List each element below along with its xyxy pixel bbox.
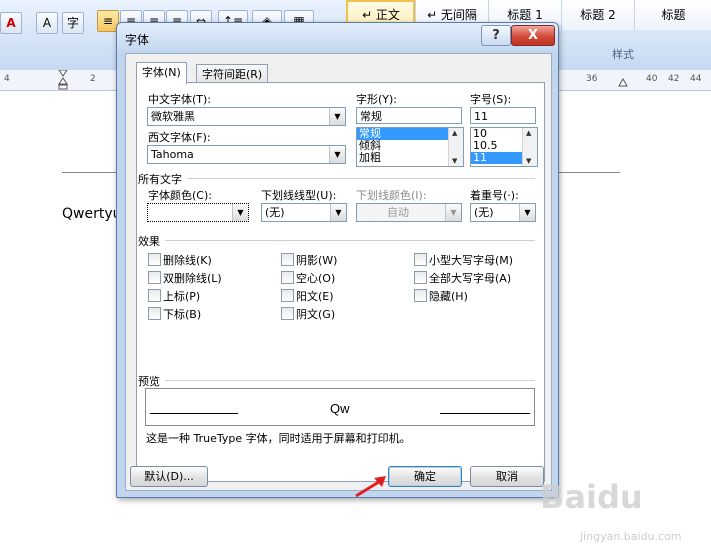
font-color-button[interactable]: A [0, 12, 22, 34]
scroll-up-icon[interactable]: ▲ [452, 129, 457, 137]
style-title[interactable]: 标题 [634, 0, 711, 30]
char-border-button[interactable]: 字 [62, 12, 84, 34]
checkbox-emboss[interactable] [281, 289, 294, 302]
checkbox-subscript[interactable] [148, 307, 161, 320]
ruler-number: 44 [690, 74, 702, 84]
checkbox-small-caps[interactable] [414, 253, 427, 266]
font-style-label: 字形(Y): [356, 93, 398, 106]
help-button[interactable]: ? [481, 25, 511, 46]
chevron-down-icon[interactable]: ▼ [519, 204, 535, 221]
underline-style-label: 下划线线型(U): [261, 189, 337, 202]
font-description: 这是一种 TrueType 字体，同时适用于屏幕和打印机。 [146, 432, 411, 445]
checkbox-shadow[interactable] [281, 253, 294, 266]
tab-font[interactable]: 字体(N) [136, 62, 187, 84]
divider [165, 380, 535, 381]
dialog-titlebar[interactable]: 字体 ? X [117, 23, 558, 51]
red-arrow-icon [352, 474, 392, 503]
preview-baseline [440, 413, 530, 414]
all-text-section: 所有文字 [138, 173, 182, 186]
western-font-label: 西文字体(F): [148, 131, 211, 144]
underline-style-select[interactable]: (无) ▼ [261, 203, 347, 222]
font-style-input[interactable]: 常规 [356, 107, 462, 124]
font-color-label: 字体颜色(C): [148, 189, 212, 202]
ruler-number: 40 [646, 74, 658, 84]
emphasis-select[interactable]: (无) ▼ [470, 203, 536, 222]
cancel-button[interactable]: 取消 [470, 466, 544, 487]
checkbox-engrave[interactable] [281, 307, 294, 320]
scrollbar[interactable]: ▲ ▼ [522, 128, 537, 166]
underline-color-select: 自动 ▼ [356, 203, 462, 222]
ruler-number: 4 [4, 74, 10, 84]
font-tab-panel: 中文字体(T): 字形(Y): 字号(S): 微软雅黑 ▼ 常规 11 常规 倾斜… [136, 82, 545, 482]
indent-marker-icon[interactable] [58, 69, 68, 90]
emboss-label: 阳文(E) [296, 290, 334, 303]
styles-group-label: 样式 [612, 48, 634, 61]
checkbox-strikethrough[interactable] [148, 253, 161, 266]
font-dialog: 字体 ? X 字体(N) 字符间距(R) 中文字体(T): 字形(Y): 字号(… [116, 22, 559, 498]
shadow-label: 阴影(W) [296, 254, 338, 267]
engrave-label: 阴文(G) [296, 308, 336, 321]
preview-box: Qw [145, 388, 535, 426]
watermark-site: jingyan.baidu.com [580, 530, 682, 543]
scroll-down-icon[interactable]: ▼ [526, 157, 531, 165]
ok-button[interactable]: 确定 [388, 466, 462, 487]
chevron-down-icon[interactable]: ▼ [329, 108, 345, 125]
tab-character-spacing[interactable]: 字符间距(R) [196, 64, 269, 84]
chinese-font-label: 中文字体(T): [148, 93, 212, 106]
scroll-up-icon[interactable]: ▲ [526, 129, 531, 137]
checkbox-all-caps[interactable] [414, 271, 427, 284]
scroll-down-icon[interactable]: ▼ [452, 157, 457, 165]
chevron-down-icon[interactable]: ▼ [232, 204, 248, 221]
checkbox-hidden[interactable] [414, 289, 427, 302]
dialog-body: 字体(N) 字符间距(R) 中文字体(T): 字形(Y): 字号(S): 微软雅… [125, 53, 552, 491]
chevron-down-icon: ▼ [445, 204, 461, 221]
superscript-label: 上标(P) [163, 290, 201, 303]
right-indent-icon[interactable] [618, 77, 628, 91]
preview-text: Qw [330, 401, 350, 416]
checkbox-double-strikethrough[interactable] [148, 271, 161, 284]
style-heading-2[interactable]: 标题 2 [561, 0, 634, 30]
subscript-label: 下标(B) [163, 308, 202, 321]
char-shading-button[interactable]: A [36, 12, 58, 34]
all-caps-label: 全部大写字母(A) [429, 272, 512, 285]
double-strikethrough-label: 双删除线(L) [163, 272, 222, 285]
default-button[interactable]: 默认(D)... [130, 466, 208, 487]
font-size-list[interactable]: 10 10.5 11 ▲ ▼ [470, 127, 538, 167]
close-button[interactable]: X [511, 25, 555, 46]
font-size-label: 字号(S): [470, 93, 512, 106]
font-style-list[interactable]: 常规 倾斜 加粗 ▲ ▼ [356, 127, 464, 167]
dialog-title: 字体 [125, 33, 150, 47]
chevron-down-icon[interactable]: ▼ [329, 146, 345, 163]
checkbox-superscript[interactable] [148, 289, 161, 302]
chevron-down-icon[interactable]: ▼ [330, 204, 346, 221]
underline-color-label: 下划线颜色(I): [356, 189, 427, 202]
divider [187, 178, 535, 179]
hidden-label: 隐藏(H) [429, 290, 468, 303]
ruler-number: 42 [668, 74, 680, 84]
small-caps-label: 小型大写字母(M) [429, 254, 514, 267]
ruler-number: 36 [586, 74, 598, 84]
emphasis-label: 着重号(·): [470, 189, 519, 202]
preview-section: 预览 [138, 375, 160, 388]
font-color-select[interactable]: ▼ [147, 203, 249, 222]
effects-section: 效果 [138, 235, 160, 248]
strikethrough-label: 删除线(K) [163, 254, 212, 267]
checkbox-outline[interactable] [281, 271, 294, 284]
chinese-font-select[interactable]: 微软雅黑 ▼ [147, 107, 346, 126]
ruler-number: 2 [90, 74, 96, 84]
divider [165, 240, 535, 241]
font-size-input[interactable]: 11 [470, 107, 536, 124]
document-text[interactable]: Qwertyu [62, 206, 122, 222]
preview-baseline [150, 413, 238, 414]
scrollbar[interactable]: ▲ ▼ [448, 128, 463, 166]
western-font-select[interactable]: Tahoma ▼ [147, 145, 346, 164]
outline-label: 空心(O) [296, 272, 336, 285]
baidu-watermark-logo: Baidu [540, 478, 643, 516]
